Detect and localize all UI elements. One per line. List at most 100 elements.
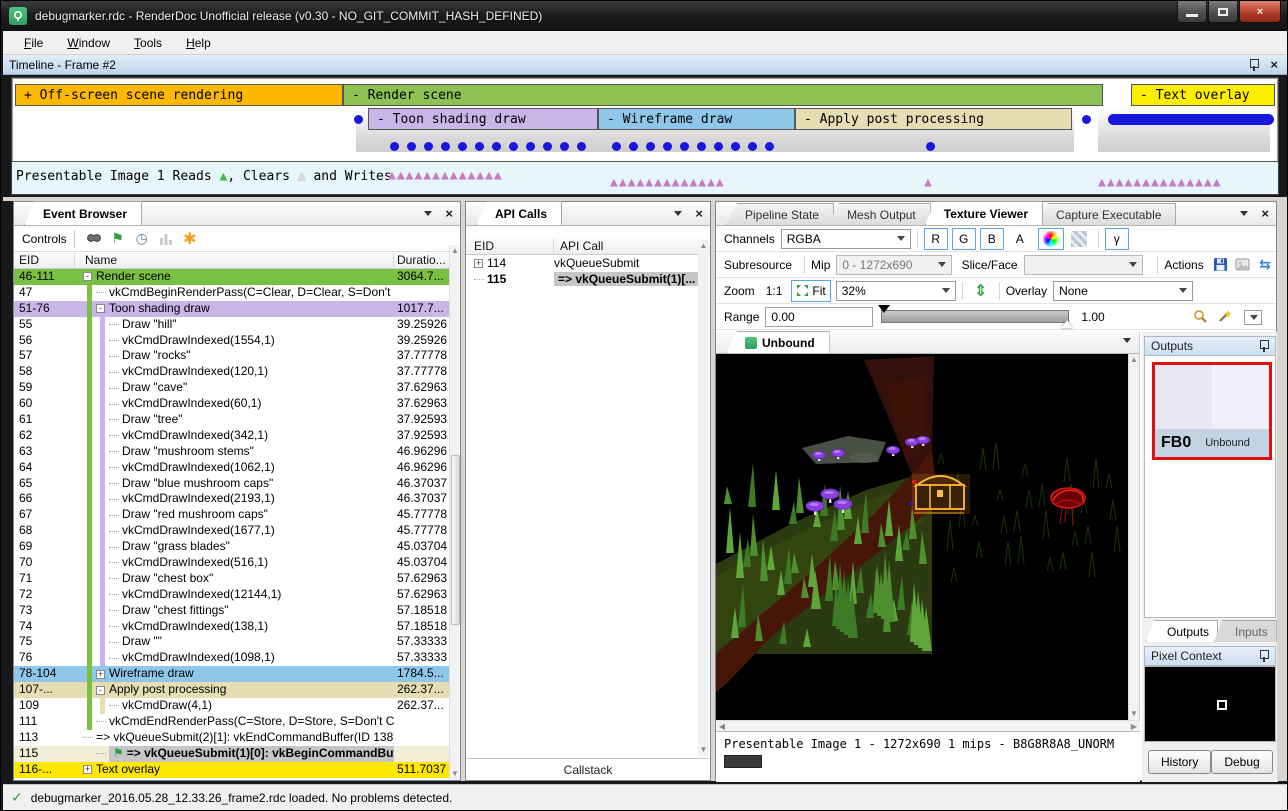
event-browser-scrollbar[interactable]: ▲ ▼: [449, 245, 460, 780]
menu-tools[interactable]: Tools: [125, 33, 171, 53]
event-row[interactable]: 64 vkCmdDrawIndexed(1062,1) 46.96296: [14, 460, 460, 476]
timeline-bar-postprocess[interactable]: - Apply post processing: [795, 108, 1072, 130]
tab-pipeline-state[interactable]: Pipeline State: [726, 203, 834, 225]
menu-window[interactable]: Window: [58, 33, 119, 53]
event-row[interactable]: 62 vkCmdDrawIndexed(342,1) 37.92593: [14, 428, 460, 444]
tab-outputs[interactable]: Outputs: [1146, 620, 1218, 642]
open-image-icon[interactable]: [1233, 255, 1253, 275]
mip-combo[interactable]: 0 - 1272x690: [836, 255, 951, 275]
range-slider[interactable]: [881, 310, 1069, 323]
texture-vscrollbar[interactable]: ▲ ▼: [1128, 354, 1139, 720]
expander-icon[interactable]: -: [83, 272, 92, 281]
debug-button[interactable]: Debug: [1211, 750, 1272, 774]
slice-face-combo[interactable]: [1024, 255, 1144, 275]
goto-resource-icon[interactable]: ⇆: [1255, 255, 1275, 275]
event-row[interactable]: 55 Draw "hill" 39.25926: [14, 317, 460, 333]
event-row[interactable]: 72 vkCmdDrawIndexed(12144,1) 57.62963: [14, 587, 460, 603]
event-row[interactable]: 116-... +Text overlay 511.7037: [14, 762, 460, 778]
fb0-thumbnail[interactable]: FB0 Unbound: [1152, 362, 1272, 460]
pin-icon[interactable]: [1259, 650, 1269, 662]
range-min-input[interactable]: 0.00: [765, 307, 873, 327]
bookmark-icon[interactable]: ✱: [179, 229, 201, 249]
texture-hscrollbar[interactable]: ◀ ▶: [716, 720, 1140, 731]
panel-close-icon[interactable]: ×: [692, 206, 706, 221]
tab-inputs[interactable]: Inputs: [1214, 620, 1277, 642]
event-row[interactable]: 115 ⚑=> vkQueueSubmit(1)[0]: vkBeginComm…: [14, 746, 460, 762]
event-row[interactable]: 73 Draw "chest fittings" 57.18518: [14, 603, 460, 619]
event-row[interactable]: 109 vkCmdDraw(4,1) 262.37...: [14, 698, 460, 714]
event-row[interactable]: 58 vkCmdDrawIndexed(120,1) 37.77778: [14, 364, 460, 380]
timeline-bar-wireframe[interactable]: - Wireframe draw: [598, 108, 795, 130]
event-row[interactable]: 61 Draw "tree" 37.92593: [14, 412, 460, 428]
channel-r-button[interactable]: R: [924, 228, 948, 250]
event-row[interactable]: 47 vkCmdBeginRenderPass(C=Clear, D=Clear…: [14, 285, 460, 301]
texture-image[interactable]: [716, 354, 1128, 720]
channel-b-button[interactable]: B: [980, 228, 1004, 250]
colorwheel-button[interactable]: [1038, 228, 1064, 250]
event-row[interactable]: 67 Draw "red mushroom caps" 45.77778: [14, 507, 460, 523]
pin-icon[interactable]: [1249, 59, 1259, 71]
find-icon[interactable]: [83, 229, 105, 249]
menu-file[interactable]: File: [15, 33, 52, 53]
range-white-point-handle[interactable]: [1061, 320, 1073, 328]
zoom-combo[interactable]: 32%: [836, 281, 956, 301]
pixel-context-canvas[interactable]: [1144, 666, 1276, 742]
timeline-bar-render-scene[interactable]: - Render scene: [343, 84, 1103, 106]
event-row[interactable]: 63 Draw "mushroom stems" 46.96296: [14, 444, 460, 460]
api-calls-scrollbar[interactable]: ▲ ▼: [698, 240, 709, 756]
expander-icon[interactable]: +: [96, 670, 105, 679]
event-row[interactable]: 74 vkCmdDrawIndexed(138,1) 57.18518: [14, 619, 460, 635]
pin-icon[interactable]: [1259, 340, 1269, 352]
tab-current-texture[interactable]: Unbound: [726, 331, 830, 353]
channel-a-button[interactable]: A: [1008, 228, 1032, 250]
timeline-bar-text-overlay[interactable]: - Text overlay: [1131, 84, 1275, 106]
tab-event-browser[interactable]: Event Browser: [24, 201, 142, 225]
expander-icon[interactable]: -: [96, 304, 105, 313]
expander-icon[interactable]: +: [83, 765, 92, 774]
timeline-bar-toon[interactable]: - Toon shading draw: [368, 108, 598, 130]
range-black-point-handle[interactable]: [878, 305, 890, 313]
event-row[interactable]: 75 Draw "" 57.33333: [14, 634, 460, 650]
range-max-input[interactable]: 1.00: [1075, 307, 1175, 327]
save-icon[interactable]: [1211, 255, 1231, 275]
minimize-button[interactable]: [1177, 1, 1207, 23]
panel-close-icon[interactable]: ×: [442, 206, 456, 221]
event-row[interactable]: 56 vkCmdDrawIndexed(1554,1) 39.25926: [14, 333, 460, 349]
tab-api-calls[interactable]: API Calls: [476, 201, 562, 225]
time-durations-icon[interactable]: ◷: [131, 229, 153, 249]
timeline-close-icon[interactable]: ×: [1267, 57, 1281, 72]
tab-mesh-output[interactable]: Mesh Output: [828, 203, 931, 225]
event-row[interactable]: 69 Draw "grass blades" 45.03704: [14, 539, 460, 555]
event-row[interactable]: 107-... -Apply post processing 262.37...: [14, 682, 460, 698]
range-options-button[interactable]: [1244, 310, 1262, 325]
api-call-row[interactable]: 115 => vkQueueSubmit(1)[...: [466, 271, 710, 287]
tab-texture-viewer[interactable]: Texture Viewer: [925, 201, 1043, 225]
timeline-bar-offscreen[interactable]: + Off-screen scene rendering: [15, 84, 343, 106]
chevron-down-icon[interactable]: [424, 211, 432, 216]
channels-combo[interactable]: RGBA: [781, 229, 911, 249]
fit-button[interactable]: Fit: [791, 280, 830, 302]
callstack-footer[interactable]: Callstack: [466, 758, 710, 780]
event-row[interactable]: 51-76 -Toon shading draw 1017.7...: [14, 301, 460, 317]
event-row[interactable]: 66 vkCmdDrawIndexed(2193,1) 46.37037: [14, 491, 460, 507]
texture-list-chevron-icon[interactable]: [1123, 338, 1131, 343]
expander-icon[interactable]: +: [474, 259, 483, 268]
event-row[interactable]: 76 vkCmdDrawIndexed(1098,1) 57.33333: [14, 650, 460, 666]
jump-to-eid-icon[interactable]: ⚑: [107, 229, 129, 249]
event-row[interactable]: 78-104 +Wireframe draw 1784.5...: [14, 666, 460, 682]
chevron-down-icon[interactable]: [1240, 211, 1248, 216]
autofit-range-icon[interactable]: [1189, 307, 1211, 327]
channel-g-button[interactable]: G: [952, 228, 976, 250]
overlay-combo[interactable]: None: [1053, 281, 1193, 301]
gamma-button[interactable]: γ: [1105, 228, 1129, 250]
maximize-button[interactable]: [1208, 1, 1238, 23]
event-row[interactable]: 111 vkCmdEndRenderPass(C=Store, D=Store,…: [14, 714, 460, 730]
menu-help[interactable]: Help: [177, 33, 220, 53]
chevron-down-icon[interactable]: [674, 211, 682, 216]
api-call-row[interactable]: +114 vkQueueSubmit: [466, 255, 710, 271]
zoom-1to1-button[interactable]: 1:1: [761, 280, 788, 302]
event-row[interactable]: 71 Draw "chest box" 57.62963: [14, 571, 460, 587]
event-row[interactable]: 46-111 -Render scene 3064.7...: [14, 269, 460, 285]
event-row[interactable]: 59 Draw "cave" 37.62963: [14, 380, 460, 396]
expander-icon[interactable]: -: [96, 686, 105, 695]
